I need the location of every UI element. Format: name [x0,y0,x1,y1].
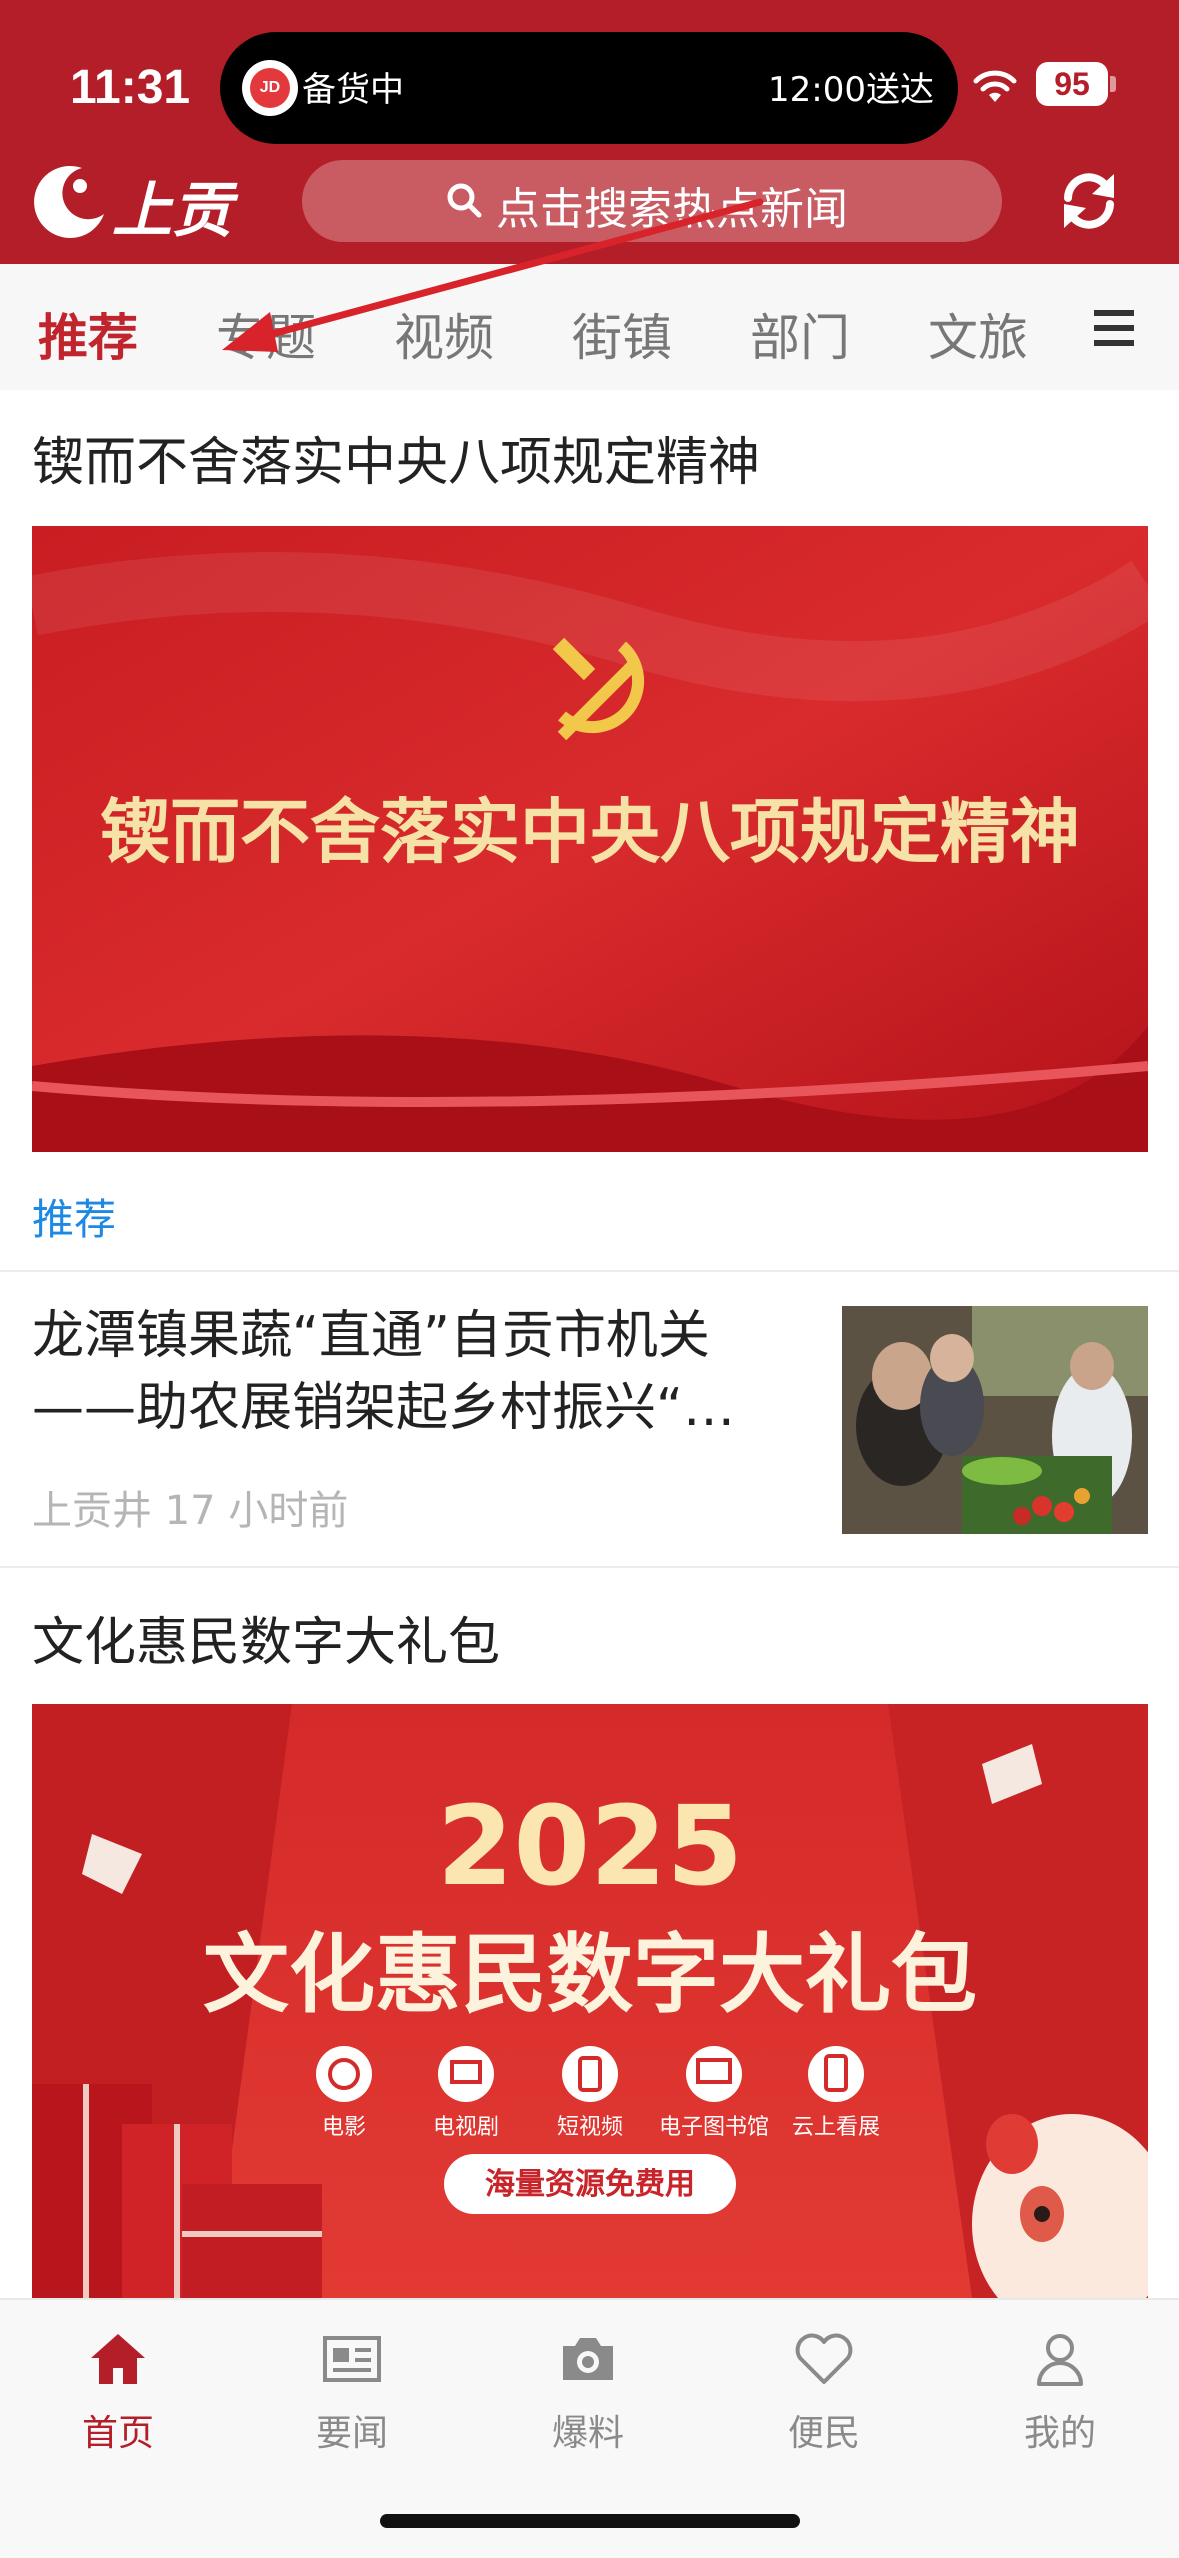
panda-mascot [972,2114,1148,2298]
nav-report[interactable]: 爆料 [508,2326,668,2456]
svg-text:云上看展: 云上看展 [792,2115,880,2140]
nav-profile[interactable]: 我的 [980,2326,1140,2456]
svg-text:电子图书馆: 电子图书馆 [659,2115,769,2140]
svg-text:短视频: 短视频 [557,2115,623,2140]
article-tag: 推荐 [32,1195,117,1244]
divider [0,1566,1179,1568]
banner-text: 锲而不舍落实中央八项规定精神 [100,790,1080,873]
tab-culture-tourism[interactable]: 文旅 [928,298,1028,370]
logo-swirl-icon [34,165,104,238]
article-thumbnail[interactable] [842,1306,1148,1534]
article-banner-image[interactable]: 锲而不舍落实中央八项规定精神 [32,526,1148,1152]
article-meta: 上贡井 17 小时前 [32,1488,349,1534]
banner-year: 2025 [437,1782,743,1910]
tab-towns[interactable]: 街镇 [572,298,672,370]
nav-home[interactable]: 首页 [38,2326,198,2456]
app-logo: 上贡井 [26,158,276,333]
nav-news[interactable]: 要闻 [272,2326,432,2456]
article-banner-image[interactable]: 2025 文化惠民数字大礼包 电影 电视剧 短视频 电子图书馆 云上看展 海量资… [32,1704,1148,2298]
heart-icon [795,2333,853,2384]
status-time: 11:31 [70,61,191,114]
battery-nub [1110,76,1116,92]
banner-title: 文化惠民数字大礼包 [203,1925,977,2025]
article-title[interactable]: 龙潭镇果蔬“直通”自贡市机关 ——助农展销架起乡村振兴“… [32,1300,812,1444]
search-icon [447,183,482,218]
user-icon [1037,2334,1083,2386]
island-status-text: 备货中 [302,70,404,110]
article-title[interactable]: 文化惠民数字大礼包 [32,1600,500,1675]
menu-icon[interactable] [1092,308,1136,348]
home-icon [91,2334,145,2384]
banner-button-text: 海量资源免费用 [485,2167,695,2202]
camera-icon [563,2338,613,2380]
tab-recommend[interactable]: 推荐 [38,298,138,370]
island-eta-text: 12:00送达 [768,70,934,110]
news-icon [323,2336,381,2382]
tab-topics[interactable]: 专题 [216,298,316,370]
article-title[interactable]: 锲而不舍落实中央八项规定精神 [32,420,760,495]
tab-video[interactable]: 视频 [394,298,494,370]
wifi-icon [973,70,1017,102]
home-indicator[interactable] [380,2514,800,2528]
refresh-icon[interactable] [1056,168,1122,234]
search-input[interactable]: 点击搜索热点新闻 [302,160,1002,242]
nav-services[interactable]: 便民 [744,2326,904,2456]
svg-text:电视剧: 电视剧 [433,2115,499,2140]
battery-indicator: 95 [1036,62,1108,106]
search-placeholder: 点击搜索热点新闻 [496,184,848,235]
category-tabs: 推荐 专题 视频 街镇 部门 文旅 [0,264,1179,390]
jd-app-icon: JD [242,60,298,116]
dynamic-island[interactable]: JD 备货中 12:00送达 [220,32,958,144]
svg-text:电影: 电影 [322,2115,366,2140]
app-header: 11:31 JD 备货中 12:00送达 95 上贡井 点击搜索热点新闻 [0,0,1179,333]
divider [0,1270,1179,1272]
tab-departments[interactable]: 部门 [750,298,850,370]
